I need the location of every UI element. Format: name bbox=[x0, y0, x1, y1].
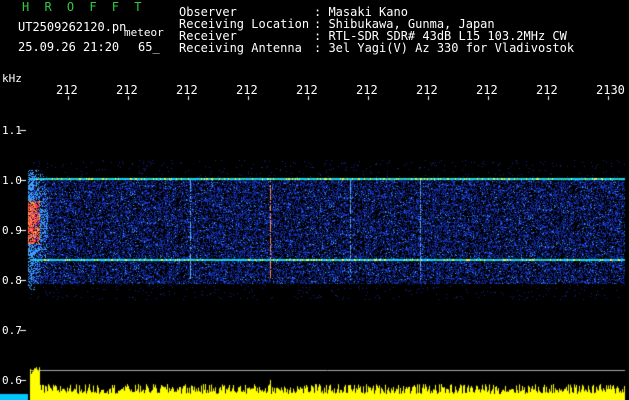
spectrogram bbox=[0, 0, 629, 400]
x-tick-label: 212 bbox=[116, 83, 138, 97]
frame-count: 65_ bbox=[138, 40, 160, 54]
x-tick-label: 212 bbox=[176, 83, 198, 97]
y-tick-label: 1.0 bbox=[2, 174, 22, 187]
x-tick-label: 212 bbox=[476, 83, 498, 97]
info-label-antenna: Receiving Antenna bbox=[179, 41, 302, 55]
axis-unit: kHz bbox=[2, 72, 22, 85]
x-tick-label: 212 bbox=[536, 83, 558, 97]
x-tick-label: 2130 bbox=[596, 83, 625, 97]
info-value-antenna: : 3el Yagi(V) Az 330 for Vladivostok bbox=[314, 41, 575, 55]
x-tick-label: 212 bbox=[356, 83, 378, 97]
file-tag: meteor bbox=[124, 26, 164, 39]
timestamp: 25.09.26 21:20 bbox=[18, 40, 120, 54]
x-tick-label: 212 bbox=[56, 83, 78, 97]
y-tick-label: 0.9 bbox=[2, 224, 22, 237]
y-tick-label: 0.6 bbox=[2, 374, 22, 387]
x-tick-label: 212 bbox=[296, 83, 318, 97]
y-tick-label: 0.8 bbox=[2, 274, 22, 287]
y-tick-label: 0.7 bbox=[2, 324, 22, 337]
x-tick-label: 212 bbox=[236, 83, 258, 97]
x-tick-label: 212 bbox=[416, 83, 438, 97]
file-name: UT2509262120.pn bbox=[18, 20, 127, 34]
app-title: H R O F F T bbox=[22, 0, 146, 14]
y-tick-label: 1.1 bbox=[2, 124, 22, 137]
